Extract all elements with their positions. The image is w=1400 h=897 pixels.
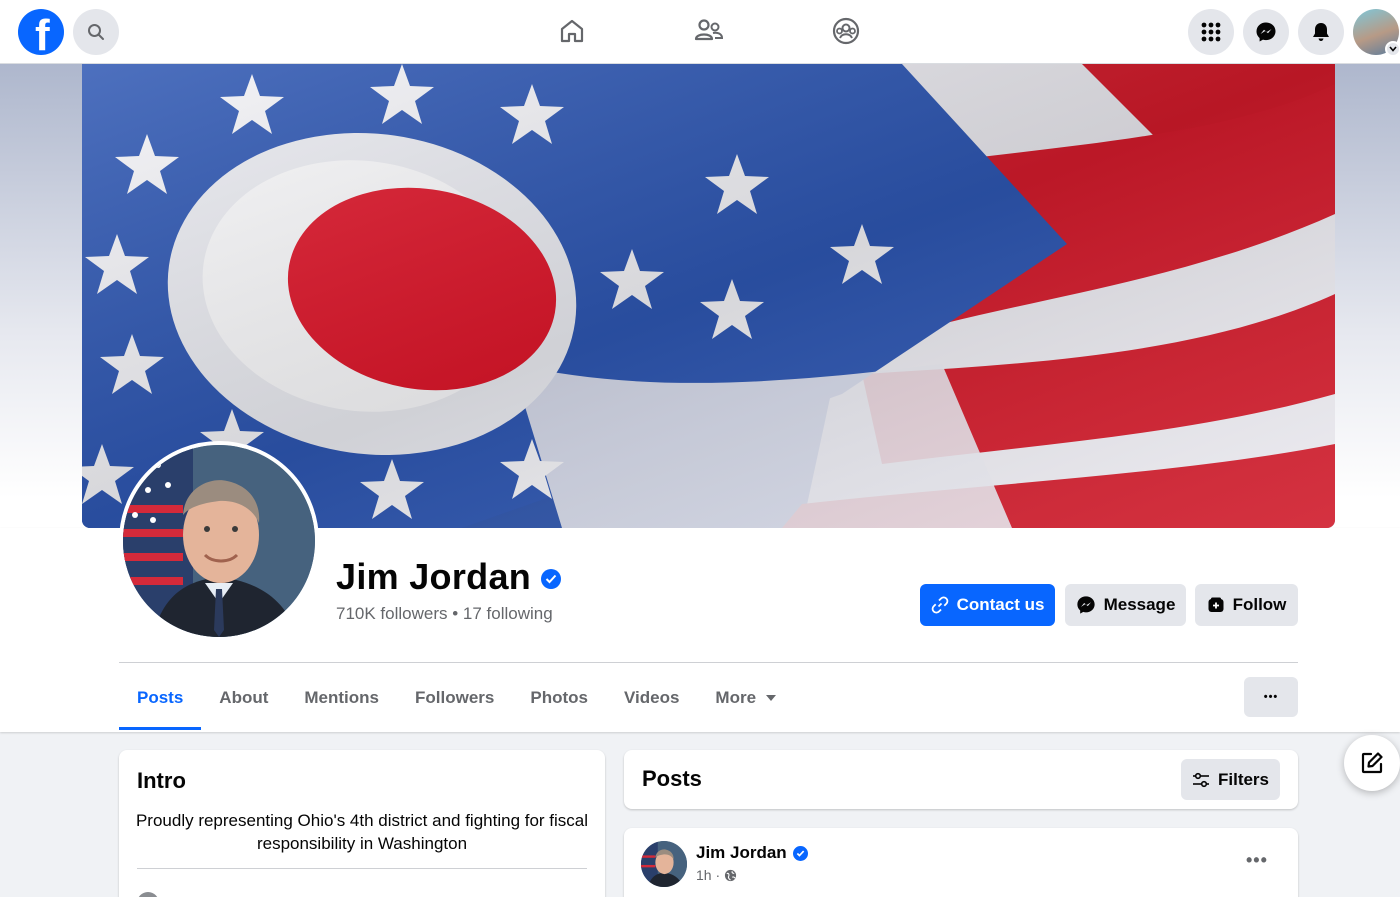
- compose-message-button[interactable]: [1344, 735, 1400, 791]
- profile-picture[interactable]: [119, 441, 319, 641]
- follower-stats[interactable]: 710K followers • 17 following: [336, 604, 553, 624]
- link-icon: [931, 596, 948, 614]
- posts-title: Posts: [642, 766, 702, 791]
- groups-nav-button[interactable]: [829, 14, 863, 48]
- profile-name: Jim Jordan: [336, 556, 532, 597]
- tab-photos[interactable]: Photos: [512, 668, 606, 728]
- tab-more[interactable]: More: [697, 668, 794, 728]
- tab-posts[interactable]: Posts: [119, 668, 202, 730]
- menu-grid-icon: [1201, 22, 1221, 42]
- message-button[interactable]: Message: [1065, 584, 1186, 626]
- tab-followers[interactable]: Followers: [397, 668, 512, 728]
- posts-header-card: Posts Filters: [624, 750, 1298, 809]
- friends-icon: [694, 19, 724, 41]
- caret-down-icon: [766, 695, 777, 701]
- post-author-avatar[interactable]: [641, 841, 687, 887]
- tab-label: Followers: [415, 688, 495, 707]
- edit-compose-icon: [1361, 752, 1383, 774]
- post-options-button[interactable]: •••: [1246, 850, 1268, 871]
- follow-label: Follow: [1232, 595, 1287, 614]
- facebook-logo[interactable]: f: [18, 9, 64, 60]
- tab-label: Posts: [137, 688, 184, 707]
- groups-icon: [832, 17, 860, 45]
- message-label: Message: [1103, 595, 1176, 614]
- post-card: Jim Jordan 1h · •••: [624, 828, 1298, 897]
- tab-label: Photos: [530, 688, 588, 707]
- account-chevron[interactable]: [1385, 41, 1400, 57]
- messenger-icon: [1256, 22, 1276, 42]
- follow-plus-icon: [1208, 597, 1224, 612]
- verified-badge-icon: [541, 569, 562, 589]
- intro-divider: [137, 868, 587, 869]
- account-avatar-button[interactable]: [1353, 9, 1400, 57]
- intro-card: Intro Proudly representing Ohio's 4th di…: [119, 750, 605, 897]
- messenger-icon: [1076, 596, 1095, 614]
- messenger-button[interactable]: [1243, 9, 1289, 55]
- notifications-button[interactable]: [1298, 9, 1344, 55]
- more-dots-icon: •••: [1263, 691, 1279, 703]
- header-divider: [119, 662, 1298, 663]
- search-icon: [88, 24, 104, 40]
- tab-label: More: [715, 688, 757, 707]
- contact-us-label: Contact us: [956, 595, 1045, 614]
- intro-info-icon: [137, 892, 159, 897]
- tab-mentions[interactable]: Mentions: [286, 668, 397, 728]
- filters-label: Filters: [1217, 769, 1270, 789]
- globe-icon: [725, 869, 737, 881]
- intro-bio: Proudly representing Ohio's 4th district…: [135, 811, 589, 853]
- post-timestamp[interactable]: 1h ·: [696, 867, 720, 883]
- tab-videos[interactable]: Videos: [606, 668, 697, 728]
- contact-us-button[interactable]: Contact us: [920, 584, 1055, 626]
- verified-badge-icon: [792, 845, 808, 861]
- profile-name-row: Jim Jordan: [336, 556, 562, 598]
- filters-sliders-icon: [1192, 772, 1209, 787]
- chevron-down-icon: [1389, 46, 1397, 52]
- post-meta: 1h ·: [696, 867, 737, 883]
- facebook-logo-letter: f: [35, 11, 50, 60]
- top-navigation-bar: f: [0, 0, 1400, 64]
- follow-button[interactable]: Follow: [1195, 584, 1298, 626]
- filters-button[interactable]: Filters: [1181, 759, 1280, 800]
- tab-label: About: [219, 688, 269, 707]
- friends-nav-button[interactable]: [692, 14, 726, 48]
- tab-label: Videos: [623, 688, 680, 707]
- intro-title: Intro: [137, 768, 186, 793]
- post-author-row: Jim Jordan: [696, 843, 808, 863]
- menu-button[interactable]: [1188, 9, 1234, 55]
- notifications-bell-icon: [1313, 23, 1329, 41]
- profile-photo-image: [123, 445, 315, 637]
- profile-tabs: Posts About Mentions Followers Photos Vi…: [119, 668, 794, 730]
- tab-label: Mentions: [304, 688, 379, 707]
- search-button[interactable]: [73, 9, 119, 55]
- home-icon: [560, 19, 584, 43]
- home-nav-button[interactable]: [555, 14, 589, 48]
- post-author-name[interactable]: Jim Jordan: [696, 843, 787, 863]
- tab-about[interactable]: About: [201, 668, 286, 728]
- profile-more-options-button[interactable]: •••: [1244, 677, 1298, 717]
- post-avatar-image: [641, 841, 687, 887]
